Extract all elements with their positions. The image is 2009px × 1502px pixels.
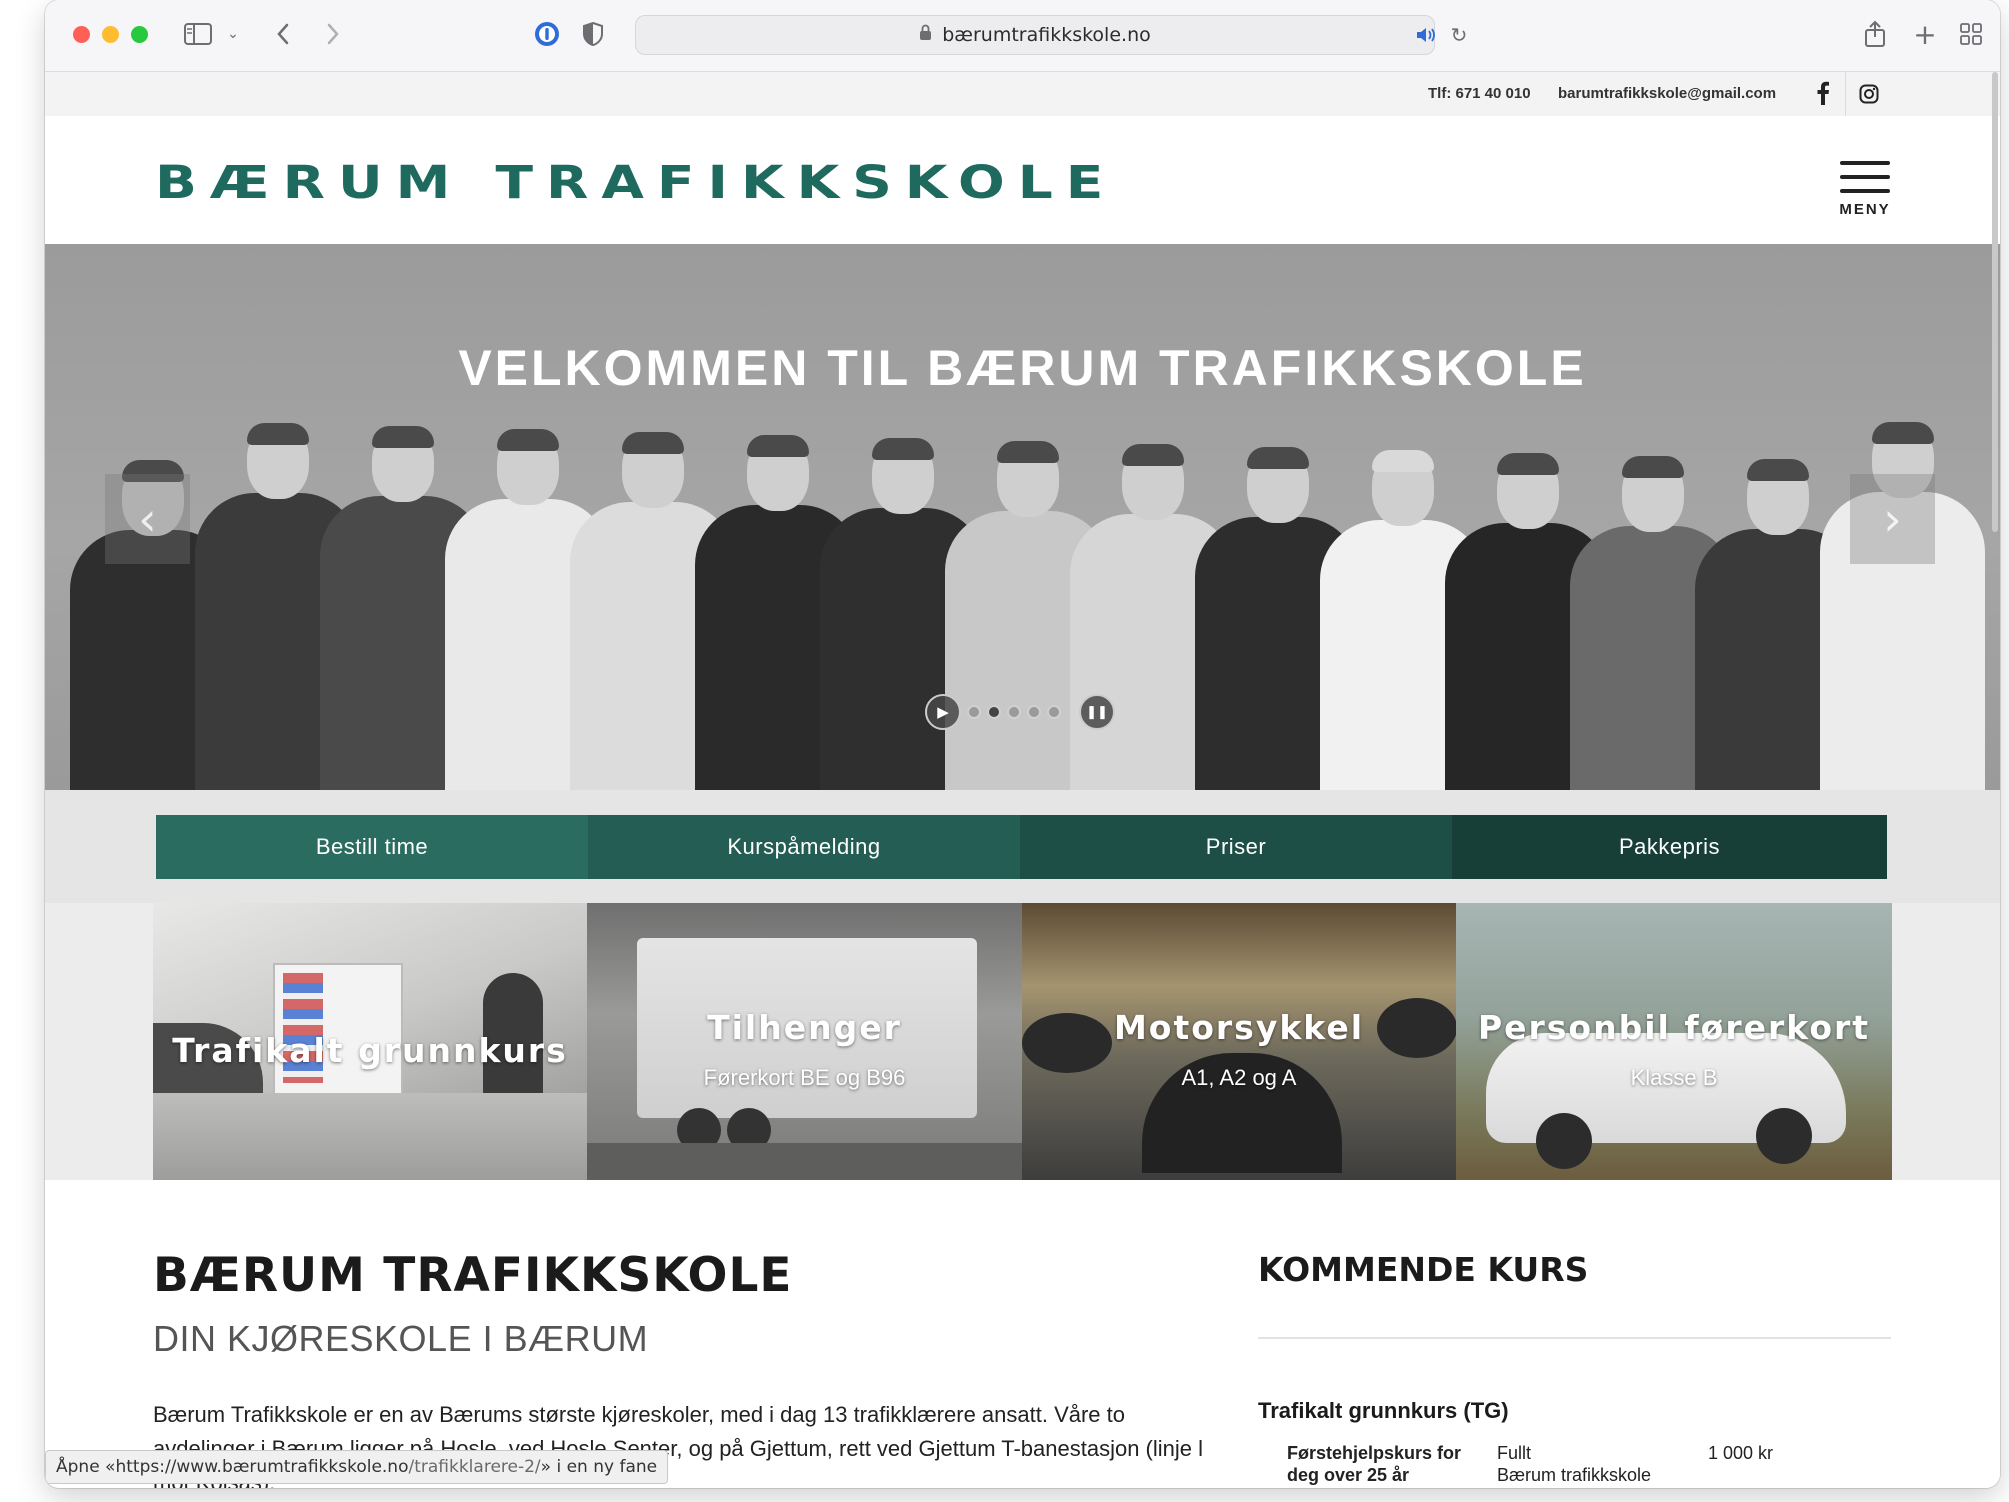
action-tabs: Bestill time Kurspåmelding Priser Pakkep… [45,790,2000,903]
slider-controls: ▶ ❚❚ [925,694,1115,730]
tab-label: Pakkepris [1618,834,1721,859]
slider-next-button[interactable]: › [1850,474,1935,564]
card-tilhenger[interactable]: Tilhenger Førerkort BE og B96 [587,903,1022,1180]
card-title: Tilhenger [707,1008,902,1047]
browser-toolbar: ⌄ bærumtrafikkskole.no ↻ + [45,0,2000,72]
menu-label: MENY [1839,201,1891,218]
slide-dot[interactable] [1007,705,1021,719]
minimize-window-button[interactable] [102,26,119,43]
service-cards: Trafikalt grunnkurs Tilhenger Førerkort … [45,903,2000,1180]
forward-arrow-icon[interactable] [317,18,349,50]
course-location: Bærum trafikkskole [1497,1465,1652,1485]
instagram-icon[interactable] [1859,84,1879,108]
course-heading: Trafikalt grunnkurs (TG) [1258,1398,1509,1423]
card-title: Motorsykkel [1113,1008,1365,1047]
card-title: Trafikalt grunnkurs [172,1031,568,1070]
card-subtitle: Klasse B [1630,1065,1718,1090]
phone-link[interactable]: Tlf: 671 40 010 [1428,85,1531,102]
lock-icon [919,24,932,46]
card-trafikalt-grunnkurs[interactable]: Trafikalt grunnkurs [153,903,587,1180]
share-icon[interactable] [1859,18,1891,50]
tab-label: Kurspåmelding [727,834,881,859]
address-bar[interactable]: bærumtrafikkskole.no [635,15,1435,55]
password-manager-icon[interactable] [531,18,563,50]
back-arrow-icon[interactable] [267,18,299,50]
car-wheel [1756,1108,1812,1164]
tab-kurspamelding[interactable]: Kurspåmelding [588,815,1020,879]
tab-overview-icon[interactable] [1955,18,1987,50]
upcoming-courses-title: KOMMENDE KURS [1258,1250,1589,1289]
new-tab-icon[interactable]: + [1909,18,1941,51]
menu-button[interactable]: MENY [1835,161,1895,218]
privacy-shield-icon[interactable] [577,18,609,50]
page-title: BÆRUM TRAFIKKSKOLE [153,1248,793,1303]
tab-label: Bestill time [315,834,429,859]
tab-bestill-time[interactable]: Bestill time [156,815,588,879]
status-path: /trafikklarere-2/ [408,1457,541,1477]
reload-icon[interactable]: ↻ [1443,19,1475,51]
site-logo[interactable]: BÆRUM TRAFIKKSKOLE [155,156,1116,208]
pause-icon[interactable]: ❚❚ [1079,694,1115,730]
card-subtitle: Førerkort BE og B96 [703,1065,906,1090]
hamburger-icon-line [1840,189,1890,193]
course-name[interactable]: Førstehjelpskurs for deg over 25 år [1287,1442,1477,1486]
card-subtitle: A1, A2 og A [1181,1065,1297,1090]
card-personbil[interactable]: Personbil førerkort Klasse B [1456,903,1892,1180]
zoom-window-button[interactable] [131,26,148,43]
slide-dot[interactable] [987,705,1001,719]
card-title: Personbil førerkort [1477,1008,1871,1047]
car-wheel [1536,1113,1592,1169]
tab-priser[interactable]: Priser [1020,815,1452,879]
scrollbar[interactable] [1992,72,1998,532]
email-link[interactable]: barumtrafikkskole@gmail.com [1558,85,1776,102]
play-icon[interactable]: ▶ [925,694,961,730]
slider-prev-button[interactable]: ‹ [105,474,190,564]
divider [1845,72,1846,116]
sidebar-toggle-icon[interactable] [182,18,214,50]
tab-pakkepris[interactable]: Pakkepris [1452,815,1887,879]
slide-dot[interactable] [1047,705,1061,719]
card-motorsykkel[interactable]: Motorsykkel A1, A2 og A [1022,903,1456,1180]
course-status: Fullt [1497,1443,1532,1463]
facebook-icon[interactable] [1816,81,1830,109]
hamburger-icon-line [1840,175,1890,179]
contact-bar: Tlf: 671 40 010 barumtrafikkskole@gmail.… [45,72,2000,116]
tab-label: Priser [1205,834,1267,859]
hero-title: VELKOMMEN TIL BÆRUM TRAFIKKSKOLE [458,340,1587,396]
slide-dot[interactable] [967,705,981,719]
ground-image [587,1143,1022,1180]
hero-slider: VELKOMMEN TIL BÆRUM TRAFIKKSKOLE ‹ › ▶ ❚… [45,244,2000,790]
divider [1258,1337,1891,1339]
slide-dot[interactable] [1027,705,1041,719]
browser-window: ⌄ bærumtrafikkskole.no ↻ + Tlf: 671 40 0… [45,0,2000,1488]
hamburger-icon [1840,161,1890,165]
main-content: BÆRUM TRAFIKKSKOLE DIN KJØRESKOLE I BÆRU… [45,1180,2000,1488]
course-price: 1 000 kr [1708,1443,1774,1463]
table-image [153,1093,587,1180]
page-subtitle: DIN KJØRESKOLE I BÆRUM [153,1318,649,1359]
status-suffix: » i en ny fane [540,1457,658,1477]
site-header: BÆRUM TRAFIKKSKOLE MENY [45,116,2000,244]
audio-playing-icon[interactable] [1410,19,1442,51]
chevron-down-icon[interactable]: ⌄ [217,18,249,50]
url-text: bærumtrafikkskole.no [942,24,1151,46]
link-status-bar: Åpne «https://www.bærumtrafikkskole.no/t… [45,1450,669,1484]
status-prefix: Åpne «https://www.bærumtrafikkskole.no [56,1457,409,1477]
close-window-button[interactable] [73,26,90,43]
